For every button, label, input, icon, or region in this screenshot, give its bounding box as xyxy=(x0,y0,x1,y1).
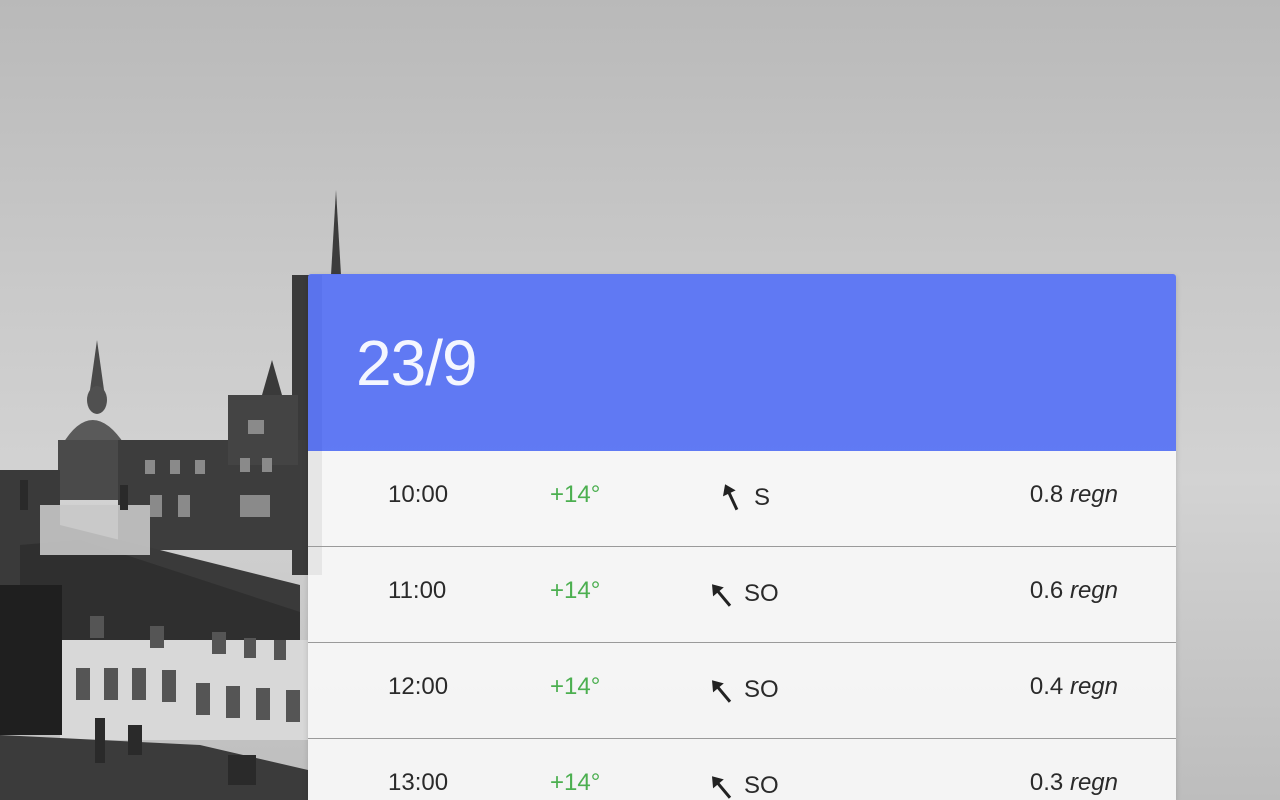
precipitation-type: regn xyxy=(1069,769,1118,796)
forecast-card: 23/9 10:00 +14° S 0.8 regn 11:00 +14° SO… xyxy=(308,274,1176,800)
precipitation-value: 0.4 xyxy=(1029,673,1064,700)
hour-row: 10:00 +14° S 0.8 regn xyxy=(308,451,1176,547)
precipitation: 0.8 regn xyxy=(1030,481,1118,509)
wind-arrow-icon xyxy=(722,484,739,511)
hour-time: 12:00 xyxy=(388,673,449,700)
forecast-header: 23/9 xyxy=(308,274,1176,451)
precipitation-type: regn xyxy=(1069,481,1118,508)
precipitation: 0.6 regn xyxy=(1030,577,1118,605)
precipitation-value: 0.6 xyxy=(1029,577,1064,604)
precipitation: 0.4 regn xyxy=(1030,673,1118,701)
precipitation: 0.3 regn xyxy=(1030,769,1118,797)
wind-arrow-icon xyxy=(712,584,732,607)
hour-time: 11:00 xyxy=(388,577,447,604)
wind-direction: SO xyxy=(744,676,779,703)
wind-direction: S xyxy=(754,484,771,511)
hourly-list: 10:00 +14° S 0.8 regn 11:00 +14° SO 0.6 … xyxy=(308,451,1176,800)
forecast-date: 23/9 xyxy=(356,327,478,399)
hour-row: 11:00 +14° SO 0.6 regn xyxy=(308,547,1176,643)
hour-time: 13:00 xyxy=(388,769,449,796)
hour-temperature: +14° xyxy=(550,577,601,604)
hour-temperature: +14° xyxy=(550,673,601,700)
wind-direction: SO xyxy=(744,580,779,607)
wind-arrow-icon xyxy=(712,776,732,799)
hour-row: 12:00 +14° SO 0.4 regn xyxy=(308,643,1176,739)
wind-direction: SO xyxy=(744,772,779,799)
hour-temperature: +14° xyxy=(550,481,601,508)
hour-time: 10:00 xyxy=(388,481,449,508)
wind-arrow-icon xyxy=(712,680,732,703)
hour-temperature: +14° xyxy=(550,769,601,796)
precipitation-value: 0.3 xyxy=(1029,769,1064,796)
hour-row: 13:00 +14° SO 0.3 regn xyxy=(308,739,1176,800)
precipitation-type: regn xyxy=(1069,577,1118,604)
precipitation-value: 0.8 xyxy=(1029,481,1064,508)
precipitation-type: regn xyxy=(1069,673,1118,700)
